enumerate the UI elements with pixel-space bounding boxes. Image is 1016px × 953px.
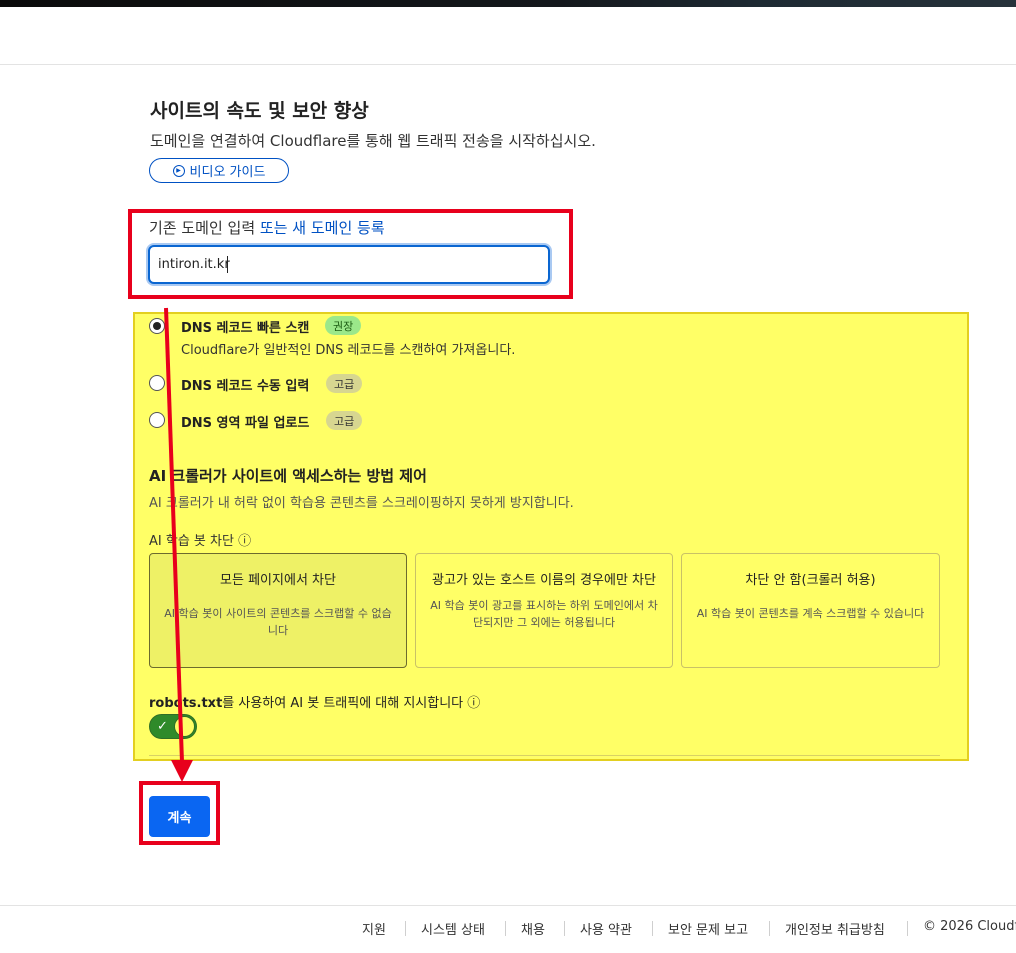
footer-separator: [405, 921, 406, 936]
ai-block-label: AI 학습 봇 차단 ⓘ: [149, 530, 251, 549]
robots-txt-label: robots.txt를 사용하여 AI 봇 트래픽에 대해 지시합니다 ⓘ: [149, 692, 480, 711]
footer-link-terms[interactable]: 사용 약관: [580, 919, 632, 938]
robots-txt-prefix: robots.txt: [149, 696, 223, 711]
page-subtitle: 도메인을 연결하여 Cloudflare를 통해 웹 트래픽 전송을 시작하십시…: [150, 132, 596, 150]
robots-txt-rest: 를 사용하여 AI 봇 트래픽에 대해 지시합니다: [222, 696, 464, 711]
footer-separator: [505, 921, 506, 936]
info-circle-icon[interactable]: ⓘ: [467, 696, 480, 711]
radio-quick-scan[interactable]: [149, 318, 165, 334]
footer-link-careers[interactable]: 채용: [521, 919, 545, 938]
footer-separator: [907, 921, 908, 936]
top-banner: [0, 0, 1016, 7]
card-block-all-pages[interactable]: 모든 페이지에서 차단 AI 학습 봇이 사이트의 콘텐츠를 스크랩할 수 없습…: [149, 553, 407, 668]
option-zone-upload-title: DNS 영역 파일 업로드: [181, 416, 310, 431]
header-divider: [0, 64, 1016, 65]
footer-separator: [564, 921, 565, 936]
page-title: 사이트의 속도 및 보안 향상: [150, 100, 369, 122]
robots-txt-toggle[interactable]: ✓: [149, 714, 197, 739]
info-circle-icon[interactable]: ⓘ: [238, 534, 251, 549]
annotation-box-continue: [139, 781, 220, 845]
footer-link-status[interactable]: 시스템 상태: [421, 919, 485, 938]
video-guide-label: 비디오 가이드: [189, 165, 266, 180]
card-title: 모든 페이지에서 차단: [220, 573, 336, 588]
toggle-knob: [174, 716, 195, 737]
radio-manual-entry[interactable]: [149, 375, 165, 391]
card-title: 광고가 있는 호스트 이름의 경우에만 차단: [432, 573, 656, 588]
footer-link-support[interactable]: 지원: [362, 919, 386, 938]
ai-crawler-description: AI 크롤러가 내 허락 없이 학습용 콘텐츠를 스크레이핑하지 못하게 방지합…: [149, 496, 574, 511]
annotation-arrow-head: [171, 760, 193, 782]
option-manual-entry-title: DNS 레코드 수동 입력: [181, 379, 310, 394]
option-quick-scan-title: DNS 레코드 빠른 스캔: [181, 321, 310, 336]
advanced-badge: 고급: [326, 374, 363, 393]
recommended-badge: 권장: [325, 316, 362, 335]
card-description: AI 학습 봇이 사이트의 콘텐츠를 스크랩할 수 없습니다: [164, 607, 392, 637]
footer: 지원 시스템 상태 채용 사용 약관 보안 문제 보고 개인정보 취급방침 © …: [0, 919, 1016, 939]
footer-link-privacy[interactable]: 개인정보 취급방침: [785, 919, 885, 938]
video-guide-button[interactable]: ▶ 비디오 가이드: [149, 158, 289, 183]
footer-separator: [769, 921, 770, 936]
footer-divider: [0, 905, 1016, 906]
check-icon: ✓: [157, 719, 168, 734]
card-title: 차단 안 함(크롤러 허용): [745, 573, 876, 588]
section-divider: [149, 755, 940, 756]
advanced-badge-2: 고급: [326, 411, 363, 430]
footer-separator: [652, 921, 653, 936]
card-description: AI 학습 봇이 광고를 표시하는 하위 도메인에서 차단되지만 그 외에는 허…: [430, 599, 658, 629]
card-description: AI 학습 봇이 콘텐츠를 계속 스크랩할 수 있습니다: [696, 607, 925, 620]
ai-block-label-text: AI 학습 봇 차단: [149, 534, 234, 549]
footer-link-security-report[interactable]: 보안 문제 보고: [668, 919, 748, 938]
radio-zone-upload[interactable]: [149, 412, 165, 428]
annotation-box-domain: [128, 209, 573, 299]
footer-copyright: © 2026 Cloudfl: [923, 919, 1016, 934]
card-do-not-block[interactable]: 차단 안 함(크롤러 허용) AI 학습 봇이 콘텐츠를 계속 스크랩할 수 있…: [681, 553, 940, 668]
option-quick-scan-description: Cloudflare가 일반적인 DNS 레코드를 스캔하여 가져옵니다.: [181, 343, 516, 358]
card-block-ad-hostnames[interactable]: 광고가 있는 호스트 이름의 경우에만 차단 AI 학습 봇이 광고를 표시하는…: [415, 553, 673, 668]
ai-crawler-title: AI 크롤러가 사이트에 액세스하는 방법 제어: [149, 467, 427, 485]
play-circle-icon: ▶: [172, 164, 185, 177]
